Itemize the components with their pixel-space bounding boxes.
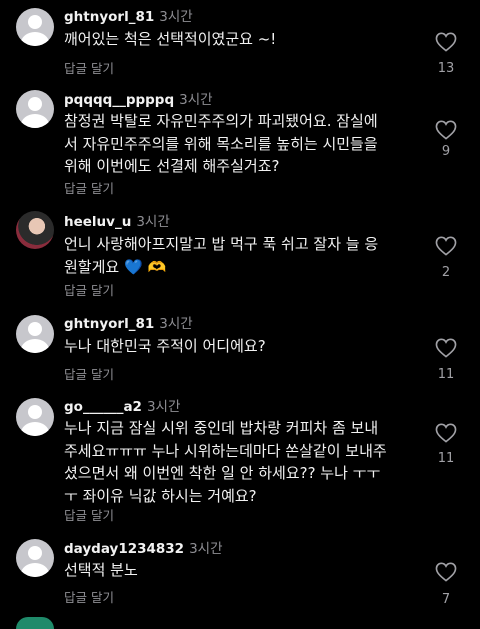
timestamp: 3시간 <box>159 316 193 332</box>
default-avatar-icon[interactable] <box>16 90 54 128</box>
comment-text: 선택적 분노 <box>64 561 138 579</box>
like-count: 11 <box>437 367 455 382</box>
timestamp: 3시간 <box>179 92 213 108</box>
reply-button[interactable]: 답글 달기 <box>64 367 114 383</box>
like-count: 2 <box>441 265 451 280</box>
default-avatar-icon[interactable] <box>16 398 54 436</box>
comment-meta: ghtnyorl_81 3시간 <box>64 9 193 25</box>
username[interactable]: go______a2 <box>64 399 142 415</box>
heart-outline-icon[interactable] <box>435 423 457 443</box>
like-count: 11 <box>437 451 455 466</box>
comment-text: 언니 사랑해아프지말고 밥 먹구 푹 쉬고 잘자 늘 응 원할게요 💙 🫶 <box>64 233 419 278</box>
username[interactable]: dayday1234832 <box>64 541 184 557</box>
username[interactable]: heeluv_u <box>64 214 131 230</box>
comment-meta: heeluv_u 3시간 <box>64 214 170 230</box>
timestamp: 3시간 <box>136 214 170 230</box>
comment-meta: pqqqq__ppppq 3시간 <box>64 92 213 108</box>
comment-text: 깨어있는 척은 선택적이였군요 ~! <box>64 30 277 48</box>
reply-button[interactable]: 답글 달기 <box>64 61 114 77</box>
comment-text: 참정권 박탈로 자유민주주의가 파괴됐어요. 잠실에 서 자유민주주의를 위해 … <box>64 112 378 175</box>
default-avatar-icon[interactable] <box>16 315 54 353</box>
heart-outline-icon[interactable] <box>435 236 457 256</box>
heart-outline-icon[interactable] <box>435 32 457 52</box>
heart-hands-emoji: 🫶 <box>147 257 167 276</box>
reply-button[interactable]: 답글 달기 <box>64 181 114 197</box>
timestamp: 3시간 <box>146 399 181 415</box>
comment-text: 누나 지금 잠실 시위 중인데 밥차랑 커피차 좀 보내 주세요ㅠㅠㅠ 누나 시… <box>64 419 387 505</box>
heart-outline-icon[interactable] <box>435 338 457 358</box>
heart-outline-icon[interactable] <box>435 562 457 582</box>
timestamp: 3시간 <box>189 541 223 557</box>
comment-meta: go______a2 3시간 <box>64 399 180 415</box>
comment-text: 누나 대한민국 주적이 어디에요? <box>64 337 266 355</box>
username[interactable]: ghtnyorl_81 <box>64 316 154 332</box>
user-photo-avatar[interactable] <box>16 211 54 249</box>
comment-meta: dayday1234832 3시간 <box>64 541 223 557</box>
like-count: 7 <box>441 592 451 607</box>
username[interactable]: pqqqq__ppppq <box>64 92 174 108</box>
reply-button[interactable]: 답글 달기 <box>64 283 114 299</box>
like-count: 9 <box>441 144 451 159</box>
reply-button[interactable]: 답글 달기 <box>64 590 114 606</box>
heart-outline-icon[interactable] <box>435 120 457 140</box>
next-comment-avatar <box>16 617 54 629</box>
reply-button[interactable]: 답글 달기 <box>64 508 114 524</box>
comment-meta: ghtnyorl_81 3시간 <box>64 316 193 332</box>
blue-heart-emoji: 💙 <box>123 257 143 276</box>
username[interactable]: ghtnyorl_81 <box>64 9 154 25</box>
like-count: 13 <box>437 61 455 76</box>
default-avatar-icon[interactable] <box>16 539 54 577</box>
default-avatar-icon[interactable] <box>16 8 54 46</box>
comment-text-body: 언니 사랑해아프지말고 밥 먹구 푹 쉬고 잘자 늘 응 원할게요 <box>64 235 379 276</box>
timestamp: 3시간 <box>159 9 193 25</box>
